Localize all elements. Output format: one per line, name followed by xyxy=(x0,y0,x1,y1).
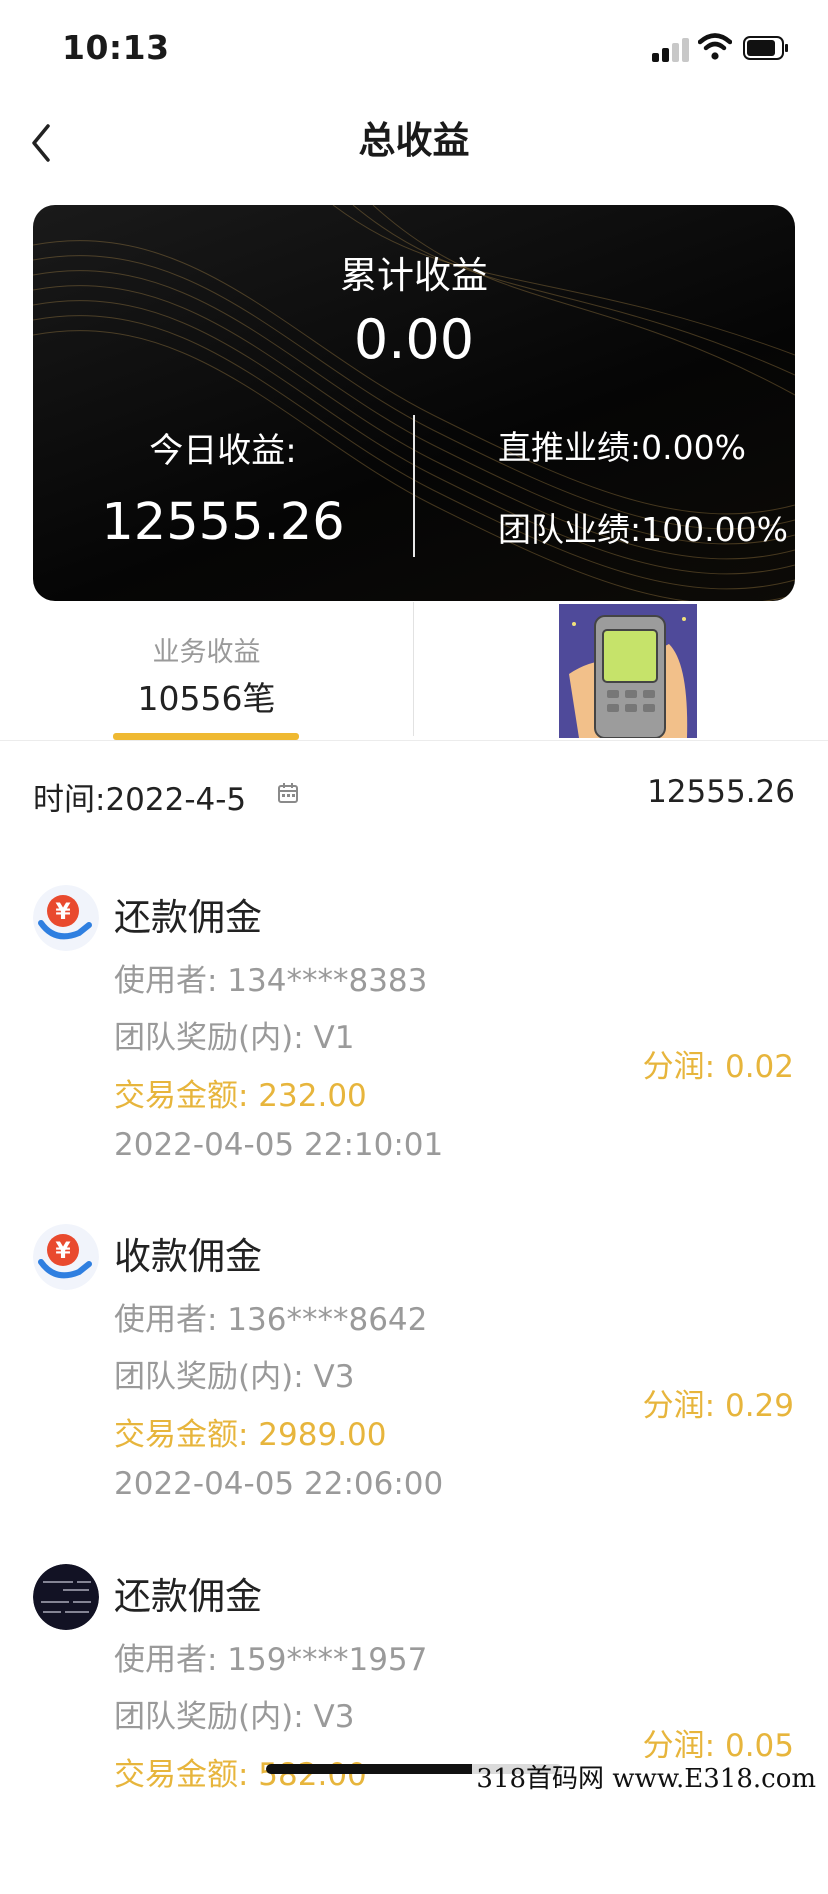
page-title: 总收益 xyxy=(358,119,470,162)
direct-performance: 直推业绩:0.00% xyxy=(498,428,746,467)
calendar-icon[interactable] xyxy=(277,782,299,804)
today-earnings-label: 今日收益: xyxy=(149,431,297,471)
record-user: 使用者: 134****8383 xyxy=(114,963,428,999)
yen-hand-icon: ¥ xyxy=(33,1224,99,1290)
list-item[interactable]: ¥ 收款佣金 使用者: 136****8642 团队奖励(内): V3 交易金额… xyxy=(0,1224,828,1554)
card-divider xyxy=(413,415,415,557)
tab-count: 10556笔 xyxy=(137,679,276,718)
record-reward: 团队奖励(内): V1 xyxy=(114,1020,355,1056)
record-share: 分润: 0.29 xyxy=(642,1388,794,1424)
cumulative-earnings-label: 累计收益 xyxy=(340,254,488,297)
date-filter-row: 时间:2022-4-5 12555.26 xyxy=(33,770,795,820)
status-bar: 10:13 xyxy=(0,0,828,98)
today-earnings-value: 12555.26 xyxy=(101,493,345,552)
list-item[interactable]: 还款佣金 使用者: 159****1957 团队奖励(内): V3 交易金额: … xyxy=(0,1564,828,1894)
svg-text:¥: ¥ xyxy=(55,900,71,925)
nav-bar: 总收益 xyxy=(0,98,828,204)
signal-icon xyxy=(652,38,692,62)
record-title: 还款佣金 xyxy=(114,896,262,939)
tab-business-earnings[interactable]: 业务收益 10556笔 xyxy=(0,602,413,740)
date-label[interactable]: 时间:2022-4-5 xyxy=(33,774,246,819)
tab-underline xyxy=(113,733,299,740)
record-reward: 团队奖励(内): V3 xyxy=(114,1359,355,1395)
list-item[interactable]: ¥ 还款佣金 使用者: 134****8383 团队奖励(内): V1 交易金额… xyxy=(0,885,828,1215)
record-share: 分润: 0.02 xyxy=(642,1049,794,1085)
team-performance: 团队业绩:100.00% xyxy=(498,510,788,549)
record-title: 收款佣金 xyxy=(114,1235,262,1278)
record-amount: 交易金额: 2989.00 xyxy=(114,1417,387,1453)
record-time: 2022-04-05 22:10:01 xyxy=(114,1127,444,1163)
status-time: 10:13 xyxy=(62,28,170,67)
record-time: 2022-04-05 22:06:00 xyxy=(114,1466,444,1502)
avatar xyxy=(33,1564,99,1630)
record-title: 还款佣金 xyxy=(114,1575,262,1618)
tab-label: 业务收益 xyxy=(152,637,261,668)
watermark: 318首码网 www.E318.com xyxy=(472,1758,820,1795)
tab-divider xyxy=(413,602,414,736)
record-user: 使用者: 159****1957 xyxy=(114,1642,428,1678)
phone-sticker-image xyxy=(559,604,697,738)
date-total: 12555.26 xyxy=(647,774,795,810)
wifi-icon xyxy=(698,33,732,60)
record-reward: 团队奖励(内): V3 xyxy=(114,1699,355,1735)
battery-icon xyxy=(743,36,788,60)
earnings-card: 累计收益 0.00 今日收益: 12555.26 直推业绩:0.00% 团队业绩… xyxy=(33,205,795,601)
svg-text:¥: ¥ xyxy=(55,1239,71,1264)
tab-bar: 业务收益 10556笔 xyxy=(0,602,828,741)
cumulative-earnings-value: 0.00 xyxy=(353,308,475,371)
record-amount: 交易金额: 232.00 xyxy=(114,1078,367,1114)
yen-hand-icon: ¥ xyxy=(33,885,99,951)
record-user: 使用者: 136****8642 xyxy=(114,1302,428,1338)
